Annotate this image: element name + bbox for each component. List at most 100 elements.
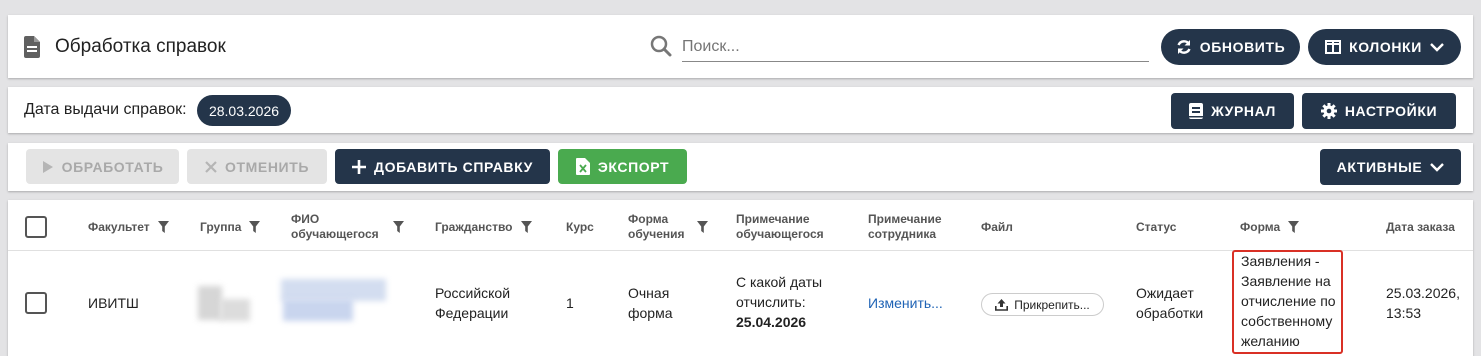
process-label: ОБРАБОТАТЬ bbox=[61, 158, 164, 175]
column-label-line: обучающегося bbox=[736, 227, 824, 241]
refresh-label: ОБНОВИТЬ bbox=[1199, 39, 1286, 55]
column-label: Примечание сотрудника bbox=[868, 212, 942, 242]
column-label-line: Форма bbox=[628, 212, 669, 226]
toolbar: ОБРАБОТАТЬ ОТМЕНИТЬ ДОБАВИТЬ СПРАВКУ ЭКС… bbox=[8, 143, 1473, 191]
order-date-cell: 25.03.2026, 13:53 bbox=[1386, 283, 1460, 323]
column-header-faculty[interactable]: Факультет bbox=[88, 219, 169, 235]
filter-icon[interactable] bbox=[157, 221, 169, 233]
student-note-line: С какой даты bbox=[736, 274, 823, 290]
study-form-line: форма bbox=[628, 305, 673, 321]
doc-form-line: Заявления - bbox=[1241, 253, 1320, 269]
column-label: Форма обучения bbox=[628, 212, 685, 242]
edit-note-link[interactable]: Изменить... bbox=[868, 293, 943, 313]
play-icon bbox=[42, 160, 54, 174]
column-header-citizenship[interactable]: Гражданство bbox=[435, 219, 532, 235]
document-icon bbox=[24, 36, 40, 58]
student-note-cell: С какой даты отчислить: 25.04.2026 bbox=[736, 272, 822, 332]
filter-icon[interactable] bbox=[249, 221, 261, 233]
attach-file-button[interactable]: Прикрепить... bbox=[981, 293, 1104, 316]
column-label-line: сотрудника bbox=[868, 227, 937, 241]
add-certificate-button[interactable]: ДОБАВИТЬ СПРАВКУ bbox=[335, 149, 550, 184]
column-label-line: ФИО bbox=[291, 212, 320, 226]
column-label: Факультет bbox=[88, 219, 150, 234]
study-form-cell: Очная форма bbox=[628, 283, 673, 323]
column-header-status[interactable]: Статус bbox=[1136, 219, 1176, 235]
column-label: ФИО обучающегося bbox=[291, 212, 379, 242]
chevron-down-icon bbox=[1430, 162, 1445, 172]
export-label: ЭКСПОРТ bbox=[597, 158, 670, 175]
book-icon bbox=[1189, 103, 1204, 119]
citizenship-line: Федерации bbox=[435, 305, 509, 321]
row-checkbox[interactable] bbox=[25, 292, 47, 314]
select-all-checkbox[interactable] bbox=[25, 216, 47, 238]
study-form-line: Очная bbox=[628, 285, 670, 301]
student-note-date: 25.04.2026 bbox=[736, 314, 807, 330]
doc-form-line: собственному bbox=[1241, 313, 1333, 329]
status-cell: Ожидает обработки bbox=[1136, 283, 1203, 323]
gear-icon bbox=[1320, 103, 1337, 119]
column-header-student-note[interactable]: Примечание обучающегося bbox=[736, 211, 824, 243]
column-label: Форма bbox=[1240, 219, 1281, 234]
doc-form-line: Заявление на bbox=[1241, 273, 1331, 289]
issue-date-chip[interactable]: 28.03.2026 bbox=[197, 95, 291, 126]
date-bar: Дата выдачи справок: 28.03.2026 ЖУРНАЛ Н… bbox=[8, 87, 1473, 133]
header-bar: Обработка справок ОБНОВИТЬ КОЛОНКИ bbox=[8, 15, 1473, 78]
export-button[interactable]: ЭКСПОРТ bbox=[558, 149, 687, 184]
redacted-block bbox=[283, 299, 353, 321]
redacted-block bbox=[281, 279, 386, 301]
page-title: Обработка справок bbox=[55, 36, 226, 57]
settings-label: НАСТРОЙКИ bbox=[1344, 103, 1438, 119]
column-label-line: обучающегося bbox=[291, 227, 379, 241]
refresh-button[interactable]: ОБНОВИТЬ bbox=[1161, 29, 1300, 65]
column-label-line: Примечание bbox=[736, 212, 810, 226]
status-line: обработки bbox=[1136, 305, 1204, 321]
order-time-line: 13:53 bbox=[1386, 305, 1422, 321]
doc-form-line: отчисление по bbox=[1241, 293, 1336, 309]
cancel-label: ОТМЕНИТЬ bbox=[224, 158, 310, 175]
column-header-file[interactable]: Файл bbox=[981, 219, 1013, 235]
column-header-course[interactable]: Курс bbox=[566, 219, 594, 235]
status-line: Ожидает bbox=[1136, 285, 1194, 301]
excel-icon bbox=[575, 158, 590, 175]
requests-table: Факультет Группа ФИО обучающегося Граждан… bbox=[8, 200, 1473, 356]
issue-date-label: Дата выдачи справок: bbox=[24, 101, 187, 118]
redacted-block bbox=[198, 286, 222, 320]
settings-button[interactable]: НАСТРОЙКИ bbox=[1302, 93, 1456, 129]
course-cell: 1 bbox=[566, 295, 574, 311]
filter-icon[interactable] bbox=[1288, 221, 1300, 233]
chevron-down-icon bbox=[1430, 42, 1444, 52]
journal-label: ЖУРНАЛ bbox=[1211, 103, 1276, 119]
citizenship-cell: Российской Федерации bbox=[435, 283, 510, 323]
table-row[interactable]: ИВИТШ Российской Федерации 1 Очная форма… bbox=[8, 250, 1473, 356]
process-button[interactable]: ОБРАБОТАТЬ bbox=[26, 149, 179, 184]
redacted-block bbox=[220, 299, 250, 321]
columns-label: КОЛОНКИ bbox=[1349, 39, 1422, 55]
column-header-order-date[interactable]: Дата заказа bbox=[1386, 219, 1455, 235]
active-filter-button[interactable]: АКТИВНЫЕ bbox=[1320, 149, 1461, 185]
student-note-line: отчислить: bbox=[736, 294, 806, 310]
column-header-study-form[interactable]: Форма обучения bbox=[628, 211, 708, 243]
filter-icon[interactable] bbox=[520, 221, 532, 233]
plus-icon bbox=[352, 159, 367, 174]
column-header-group[interactable]: Группа bbox=[200, 219, 261, 235]
order-date-line: 25.03.2026, bbox=[1386, 285, 1460, 301]
cancel-button[interactable]: ОТМЕНИТЬ bbox=[187, 149, 327, 184]
close-icon bbox=[205, 160, 217, 173]
journal-button[interactable]: ЖУРНАЛ bbox=[1171, 93, 1294, 129]
citizenship-line: Российской bbox=[435, 285, 511, 301]
filter-icon[interactable] bbox=[696, 221, 708, 233]
doc-form-cell: Заявления - Заявление на отчисление по с… bbox=[1241, 251, 1336, 351]
search-icon bbox=[650, 35, 672, 57]
column-header-form[interactable]: Форма bbox=[1240, 219, 1300, 235]
columns-icon bbox=[1325, 40, 1342, 54]
doc-form-line: желанию bbox=[1241, 333, 1300, 349]
columns-button[interactable]: КОЛОНКИ bbox=[1308, 29, 1461, 65]
filter-icon[interactable] bbox=[392, 221, 404, 233]
column-header-fio[interactable]: ФИО обучающегося bbox=[291, 211, 404, 243]
column-label-line: обучения bbox=[628, 227, 685, 241]
column-header-staff-note[interactable]: Примечание сотрудника bbox=[868, 211, 942, 243]
column-label-line: Примечание bbox=[868, 212, 942, 226]
faculty-cell: ИВИТШ bbox=[88, 295, 139, 311]
search-input[interactable] bbox=[682, 32, 1149, 62]
column-label: Примечание обучающегося bbox=[736, 212, 824, 242]
